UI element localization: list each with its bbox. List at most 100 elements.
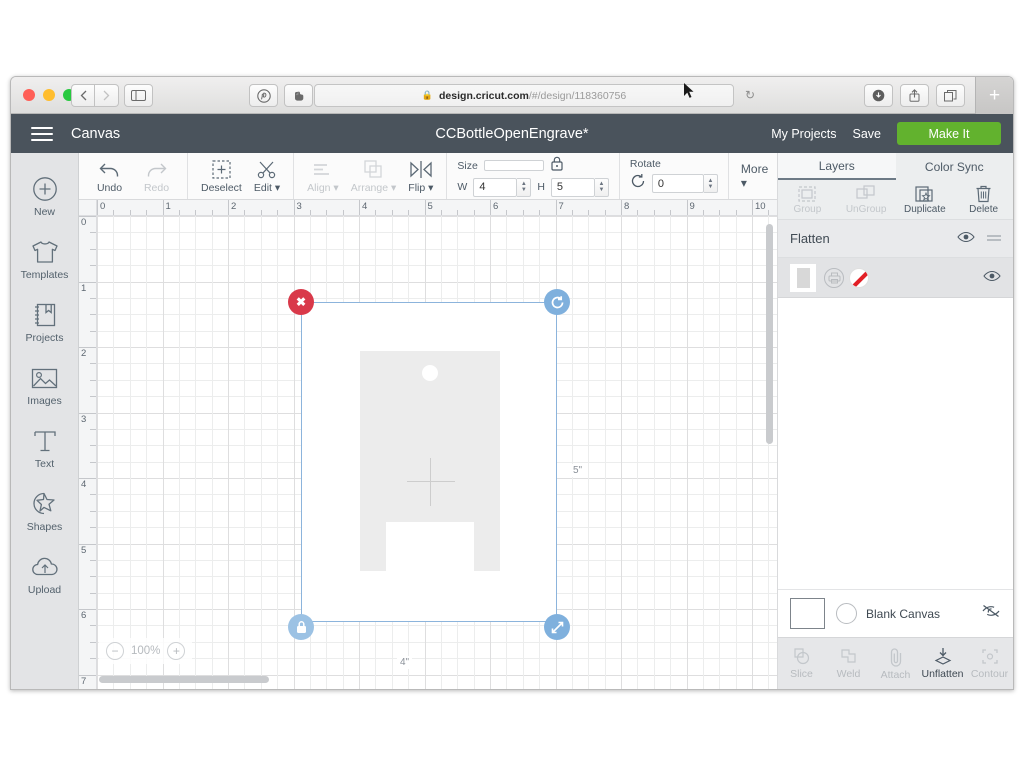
tab-color-sync[interactable]: Color Sync xyxy=(896,153,1014,180)
ungroup-label: UnGroup xyxy=(845,203,887,215)
redo-button[interactable]: Redo xyxy=(133,159,180,194)
show-tabs-button[interactable] xyxy=(936,84,965,107)
evernote-extension-button[interactable] xyxy=(284,84,313,107)
width-spinner[interactable]: ▲ ▼ xyxy=(517,177,532,197)
zoom-control: − 100% + xyxy=(99,638,193,664)
eye-icon[interactable] xyxy=(957,230,975,248)
edit-menu-button[interactable]: Edit ▾ xyxy=(248,159,286,194)
ungroup-button[interactable]: UnGroup xyxy=(837,180,896,219)
rotate-handle-icon[interactable] xyxy=(544,289,570,315)
selected-object-bounding-box[interactable] xyxy=(301,302,557,622)
rotate-input-row: ▲▼ xyxy=(630,173,718,194)
edit-label: Edit ▾ xyxy=(253,181,281,194)
canvas-pattern-circle[interactable] xyxy=(836,603,857,624)
hamburger-menu-icon[interactable] xyxy=(31,126,53,141)
ruler-h-tick xyxy=(260,210,262,215)
layer-group-flatten[interactable]: Flatten xyxy=(778,220,1013,258)
design-canvas-area[interactable]: 0 1 2 3 4 5 6 7 8 9 10 01234567 ✖ 4" 5" … xyxy=(79,200,777,689)
contour-button[interactable]: Contour xyxy=(966,647,1013,680)
attach-button[interactable]: Attach xyxy=(872,647,919,681)
edit-scissors-icon xyxy=(257,159,277,180)
sidebar-item-text[interactable]: Text xyxy=(11,417,78,480)
align-menu-button[interactable]: Align ▾ xyxy=(301,159,345,194)
delete-button[interactable]: Delete xyxy=(954,180,1013,219)
group-button[interactable]: Group xyxy=(778,180,837,219)
sidebar-item-images[interactable]: Images xyxy=(11,354,78,417)
ruler-h-tick xyxy=(588,210,590,215)
share-button[interactable] xyxy=(900,84,929,107)
close-window-button[interactable] xyxy=(23,89,35,101)
grid-line-vertical xyxy=(113,216,115,689)
arrange-menu-button[interactable]: Arrange ▾ xyxy=(345,159,403,194)
weld-button[interactable]: Weld xyxy=(825,647,872,680)
save-button[interactable]: Save xyxy=(853,127,882,141)
height-input[interactable] xyxy=(550,177,595,197)
address-bar[interactable]: 🔒 design.cricut.com/#/design/118360756 ↻ xyxy=(314,84,755,107)
vertical-scrollbar[interactable] xyxy=(766,224,773,444)
eye-off-icon[interactable] xyxy=(981,604,1001,623)
tab-layers[interactable]: Layers xyxy=(778,153,896,180)
grid-line-vertical xyxy=(260,216,262,689)
back-button[interactable] xyxy=(71,84,95,107)
panel-tabs: Layers Color Sync xyxy=(778,153,1013,180)
grid-line-horizontal xyxy=(97,297,777,299)
ruler-h-tick xyxy=(752,200,753,215)
sidebar-item-shapes[interactable]: Shapes xyxy=(11,480,78,543)
ruler-v-tick xyxy=(90,592,96,594)
print-icon[interactable] xyxy=(824,267,844,288)
height-spinner[interactable]: ▲ ▼ xyxy=(594,177,609,197)
canvas-grid[interactable]: ✖ 4" 5" xyxy=(97,216,777,689)
no-color-swatch-icon[interactable] xyxy=(849,267,869,288)
canvas-color-swatch[interactable] xyxy=(790,598,825,629)
sidebar-item-projects[interactable]: Projects xyxy=(11,291,78,354)
rotate-spinner[interactable]: ▲ ▼ xyxy=(703,174,718,193)
grid-line-horizontal xyxy=(97,625,777,627)
width-label: W xyxy=(457,181,468,193)
forward-button[interactable] xyxy=(95,84,119,107)
make-it-button[interactable]: Make It xyxy=(897,122,1001,145)
lock-handle-icon[interactable] xyxy=(288,614,314,640)
unflatten-button[interactable]: Unflatten xyxy=(919,647,966,680)
reload-icon[interactable]: ↻ xyxy=(745,88,755,102)
width-input[interactable] xyxy=(473,177,518,197)
deselect-button[interactable]: Deselect xyxy=(195,159,248,194)
downloads-button[interactable] xyxy=(864,84,893,107)
navigation-buttons xyxy=(71,84,119,107)
ruler-h-tick xyxy=(293,200,295,215)
pinterest-extension-button[interactable] xyxy=(249,84,278,107)
plus-circle-icon[interactable]: + xyxy=(167,642,186,660)
blank-canvas-row[interactable]: Blank Canvas xyxy=(778,589,1013,637)
new-tab-button[interactable]: + xyxy=(975,77,1013,114)
layer-menu-icon[interactable] xyxy=(987,230,1001,248)
duplicate-button[interactable]: Duplicate xyxy=(896,180,955,219)
sidebar-label: Text xyxy=(34,458,55,470)
minimize-window-button[interactable] xyxy=(43,89,55,101)
undo-button[interactable]: Undo xyxy=(86,159,133,194)
sidebar-item-upload[interactable]: Upload xyxy=(11,543,78,606)
rotate-input[interactable] xyxy=(651,174,704,193)
eye-icon[interactable] xyxy=(983,269,1001,287)
height-stepper[interactable]: ▲▼ xyxy=(550,177,609,197)
ruler-h-label: 7 xyxy=(558,201,564,212)
flip-menu-button[interactable]: Flip ▾ xyxy=(402,159,439,194)
sidebar-item-new[interactable]: New xyxy=(11,165,78,228)
my-projects-link[interactable]: My Projects xyxy=(771,127,836,141)
ruler-v-tick xyxy=(90,265,96,267)
resize-handle-icon[interactable] xyxy=(544,614,570,640)
minus-circle-icon[interactable]: − xyxy=(106,642,124,660)
lock-closed-icon[interactable] xyxy=(550,156,564,176)
delete-handle-icon[interactable]: ✖ xyxy=(288,289,314,315)
horizontal-scrollbar[interactable] xyxy=(99,676,777,683)
ruler-h-tick xyxy=(702,210,704,215)
size-slider[interactable] xyxy=(483,160,544,171)
ruler-h-tick xyxy=(146,210,148,215)
rotate-stepper[interactable]: ▲▼ xyxy=(651,174,718,193)
slice-button[interactable]: Slice xyxy=(778,647,825,680)
sidebar-item-templates[interactable]: Templates xyxy=(11,228,78,291)
blank-canvas-label: Blank Canvas xyxy=(866,606,941,621)
width-stepper[interactable]: ▲▼ xyxy=(473,177,532,197)
more-menu-button[interactable]: More ▾ xyxy=(741,162,768,190)
layer-row[interactable] xyxy=(778,258,1013,298)
sidebar-toggle-button[interactable] xyxy=(124,84,153,107)
ruler-h-tick xyxy=(359,200,360,215)
